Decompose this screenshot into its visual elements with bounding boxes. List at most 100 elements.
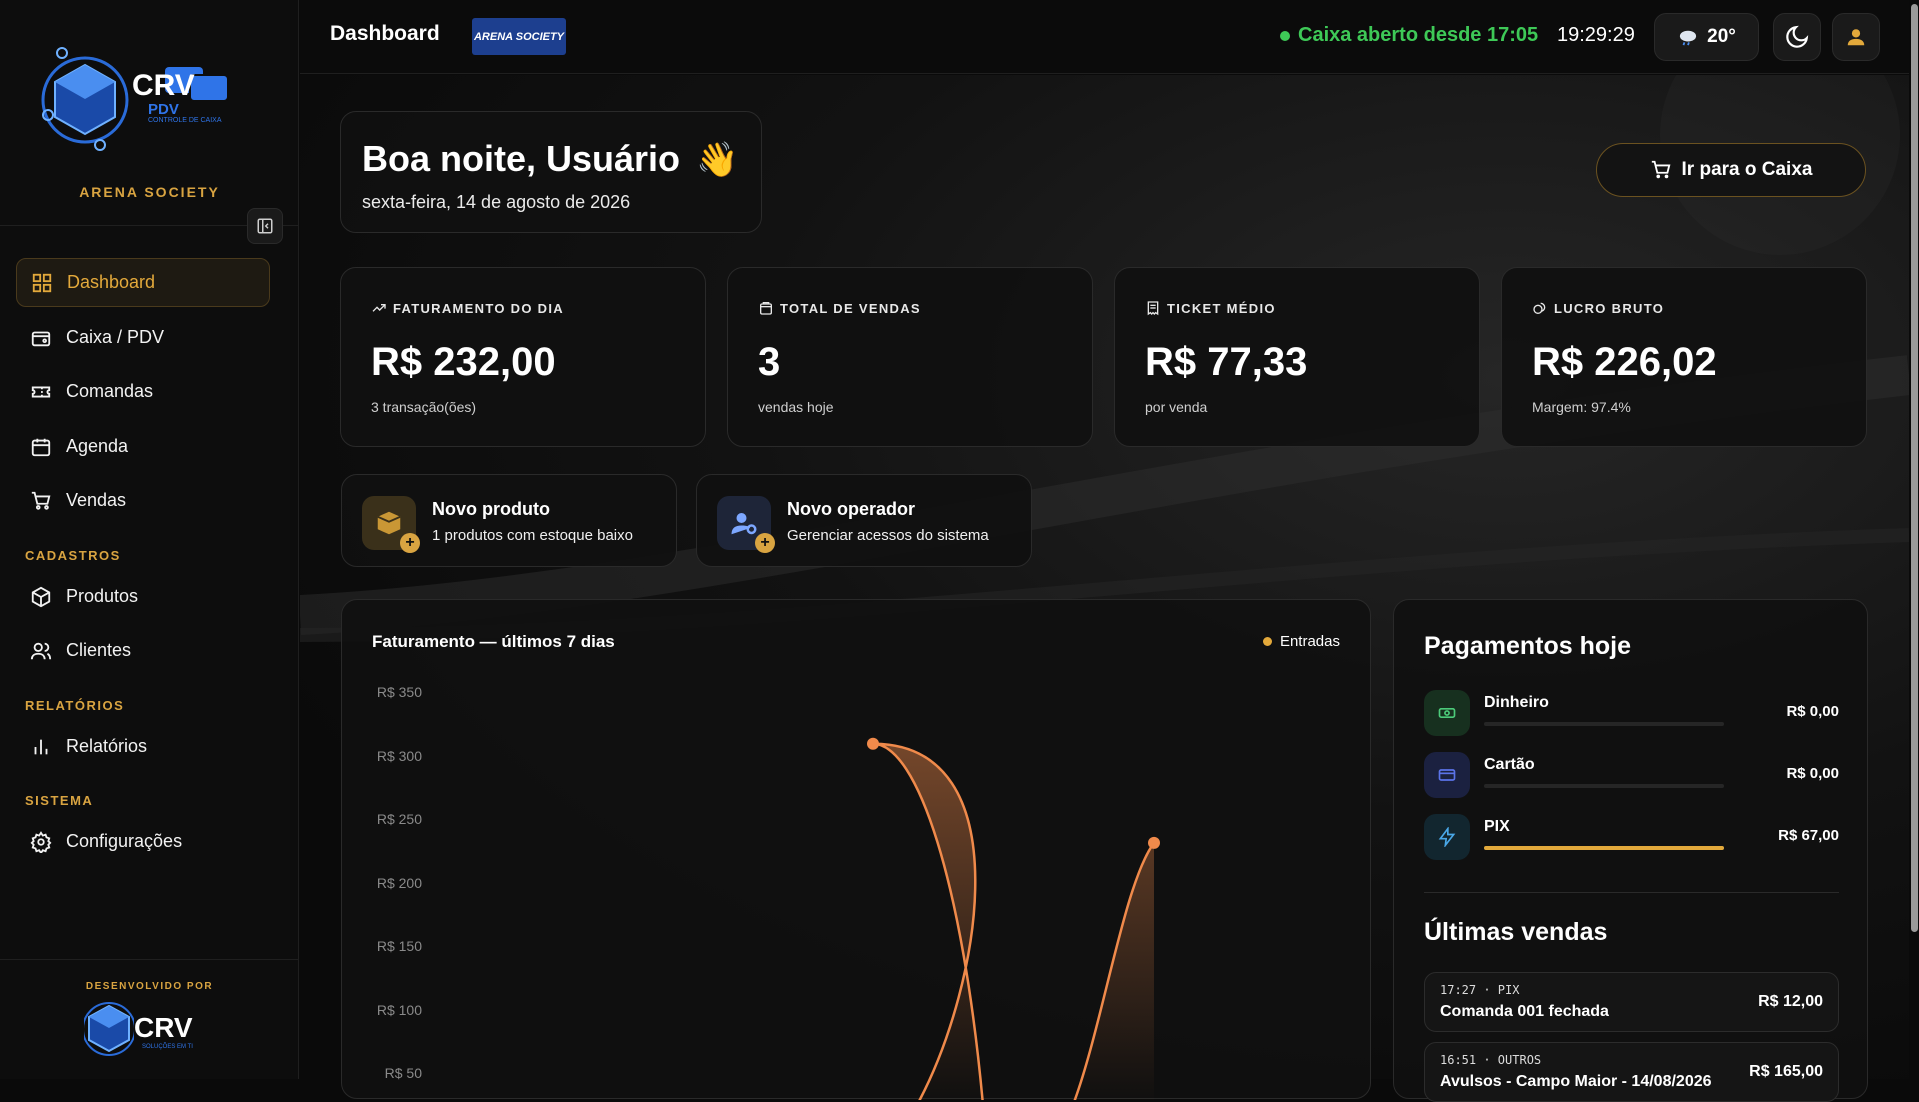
card-icon <box>1424 752 1470 798</box>
stat-sub: por venda <box>1145 399 1208 415</box>
payment-name: PIX <box>1484 818 1510 835</box>
nav-label: Produtos <box>66 586 139 606</box>
top-bar: Dashboard ARENA SOCIETY Caixa aberto des… <box>300 0 1919 74</box>
payments-card: Pagamentos hoje Dinheiro R$ 0,00 Cartão … <box>1393 599 1868 1102</box>
payment-bar <box>1484 784 1724 788</box>
weather-temp: 20° <box>1707 26 1736 47</box>
greeting-card: Boa noite, Usuário 👋 sexta-feira, 14 de … <box>340 111 762 233</box>
nav-caixa-pdv[interactable]: Caixa / PDV <box>16 313 270 362</box>
gear-icon <box>30 830 52 853</box>
stat-label: LUCRO BRUTO <box>1532 300 1664 316</box>
payment-name: Dinheiro <box>1484 694 1549 711</box>
stat-card-lucro-bruto: LUCRO BRUTO R$ 226,02 Margem: 97.4% <box>1501 267 1867 447</box>
payment-bar-fill <box>1484 846 1724 850</box>
clock: 19:29:29 <box>1557 24 1635 46</box>
sale-description: Comanda 001 fechada <box>1440 1003 1609 1020</box>
nav-relatorios[interactable]: Relatórios <box>16 722 270 771</box>
dev-logo-text: CRV <box>134 1012 193 1043</box>
status-dot-icon <box>1280 30 1290 41</box>
sidebar: CRV PDV CONTROLE DE CAIXA ARENA SOCIETY … <box>0 0 299 1079</box>
theme-toggle-button[interactable] <box>1773 13 1821 61</box>
cash-status-text: Caixa aberto desde 17:05 <box>1298 24 1539 46</box>
stat-card-total-vendas: TOTAL DE VENDAS 3 vendas hoje <box>727 267 1093 447</box>
users-icon <box>30 642 52 659</box>
nav-vendas[interactable]: Vendas <box>16 476 270 525</box>
scrollbar-thumb[interactable] <box>1911 4 1918 932</box>
stat-sub: 3 transação(ões) <box>371 399 477 415</box>
register-icon <box>31 331 51 346</box>
data-point[interactable] <box>1148 836 1160 849</box>
nav-clientes[interactable]: Clientes <box>16 626 270 675</box>
revenue-chart-card: Faturamento — últimos 7 dias Entradas R$… <box>341 599 1371 1100</box>
payments-divider <box>1424 892 1839 893</box>
section-cadastros: CADASTROS <box>25 548 121 563</box>
collapse-sidebar-button[interactable] <box>247 208 283 244</box>
nav-label: Comandas <box>66 381 154 401</box>
recent-sale-item[interactable]: 17:27 · PIX Comanda 001 fechada R$ 12,00 <box>1424 972 1839 1032</box>
payment-bar <box>1484 846 1724 850</box>
sale-description: Avulsos - Campo Maior - 14/08/2026 <box>1440 1073 1712 1090</box>
nav-label: Configurações <box>66 831 183 851</box>
stat-sub: vendas hoje <box>758 399 834 415</box>
payment-amount: R$ 0,00 <box>1786 703 1839 720</box>
nav-agenda[interactable]: Agenda <box>16 422 270 471</box>
nav-label: Dashboard <box>67 272 156 292</box>
stat-label: TICKET MÉDIO <box>1145 300 1276 316</box>
nav-label: Clientes <box>66 640 132 660</box>
crv-logo: CRV PDV CONTROLE DE CAIXA <box>40 45 255 155</box>
stat-value: R$ 232,00 <box>371 340 556 384</box>
stat-label: FATURAMENTO DO DIA <box>371 300 564 316</box>
sale-amount: R$ 12,00 <box>1758 993 1823 1010</box>
wave-icon: 👋 <box>696 141 739 179</box>
stat-value: R$ 77,33 <box>1145 340 1308 384</box>
cart-icon <box>31 491 51 510</box>
box-icon <box>31 586 51 607</box>
user-menu-button[interactable] <box>1832 13 1880 61</box>
recent-sale-item[interactable]: 16:51 · OUTROS Avulsos - Campo Maior - 1… <box>1424 1042 1839 1102</box>
stat-label-text: TICKET MÉDIO <box>1167 300 1276 316</box>
sidebar-toggle-icon <box>257 218 273 234</box>
payment-row-cartao: Cartão R$ 0,00 <box>1424 752 1839 800</box>
quick-action-novo-operador[interactable]: + Novo operador Gerenciar acessos do sis… <box>696 474 1032 567</box>
stat-card-ticket-medio: TICKET MÉDIO R$ 77,33 por venda <box>1114 267 1480 447</box>
cash-icon <box>1424 690 1470 736</box>
quick-action-novo-produto[interactable]: + Novo produto 1 produtos com estoque ba… <box>341 474 677 567</box>
payment-amount: R$ 67,00 <box>1778 827 1839 844</box>
quick-action-sub: Gerenciar acessos do sistema <box>787 527 989 544</box>
data-point[interactable] <box>867 737 879 750</box>
payment-amount: R$ 0,00 <box>1786 765 1839 782</box>
trending-up-icon <box>372 304 386 312</box>
weather-widget[interactable]: 20° <box>1654 13 1759 61</box>
caixa-button-label: Ir para o Caixa <box>1681 159 1813 180</box>
logo-text: CRV <box>132 69 195 102</box>
nav-produtos[interactable]: Produtos <box>16 572 270 621</box>
revenue-area <box>873 743 1154 1100</box>
user-icon <box>1847 29 1865 46</box>
go-to-caixa-button[interactable]: Ir para o Caixa <box>1596 143 1866 197</box>
sidebar-footer-divider <box>0 959 299 960</box>
ticket-icon <box>31 386 51 397</box>
receipt-icon <box>1147 301 1159 316</box>
sale-meta: 16:51 · OUTROS <box>1440 1053 1542 1067</box>
plus-icon: + <box>400 533 420 553</box>
arena-society-badge: ARENA SOCIETY <box>472 18 566 55</box>
stat-value: R$ 226,02 <box>1532 340 1717 384</box>
nav-configuracoes[interactable]: Configurações <box>16 817 270 866</box>
page-title: Dashboard <box>330 22 440 45</box>
moon-icon <box>1786 25 1809 48</box>
payments-title: Pagamentos hoje <box>1424 632 1631 660</box>
nav-comandas[interactable]: Comandas <box>16 367 270 416</box>
recent-sales-title: Últimas vendas <box>1424 918 1608 946</box>
stat-label: TOTAL DE VENDAS <box>758 300 921 316</box>
calendar-icon <box>31 438 51 456</box>
greeting-date: sexta-feira, 14 de agosto de 2026 <box>362 192 631 212</box>
stat-label-text: TOTAL DE VENDAS <box>780 300 921 316</box>
stat-value: 3 <box>758 340 781 384</box>
nav-label: Vendas <box>66 490 127 510</box>
nav-dashboard[interactable]: Dashboard <box>16 258 270 307</box>
logo-tagline: CONTROLE DE CAIXA <box>148 117 222 124</box>
bar-chart-icon <box>34 739 48 754</box>
nav-label: Caixa / PDV <box>66 327 165 347</box>
stat-sub: Margem: 97.4% <box>1532 399 1631 415</box>
quick-action-title: Novo operador <box>787 499 916 519</box>
